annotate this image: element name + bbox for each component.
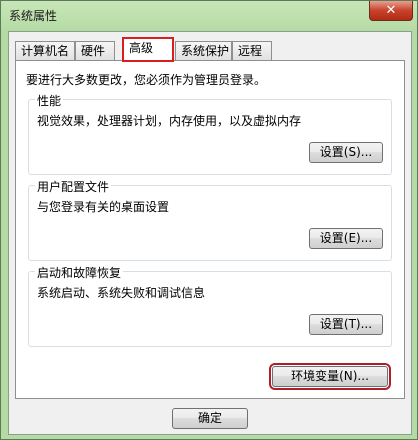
tab-system-protection[interactable]: 系统保护 <box>175 41 232 60</box>
admin-note: 要进行大多数更改，您必须作为管理员登录。 <box>26 73 267 87</box>
performance-settings-button[interactable]: 设置(S)... <box>309 142 383 163</box>
startup-recovery-settings-button[interactable]: 设置(T)... <box>309 314 383 335</box>
system-properties-window: 系统属性 ✕ 计算机名 硬件 高级 系统保护 远程 要进行大多数更改，您必须作为… <box>0 0 418 440</box>
close-icon: ✕ <box>385 3 397 18</box>
ok-button[interactable]: 确定 <box>172 408 248 429</box>
close-button[interactable]: ✕ <box>369 1 413 21</box>
advanced-tab-panel: 要进行大多数更改，您必须作为管理员登录。 性能 视觉效果，处理器计划，内存使用，… <box>15 60 405 399</box>
tab-remote[interactable]: 远程 <box>232 41 272 60</box>
startup-recovery-title: 启动和故障恢复 <box>35 264 124 281</box>
user-profiles-title: 用户配置文件 <box>35 178 112 195</box>
user-profiles-description: 与您登录有关的桌面设置 <box>37 200 170 214</box>
startup-recovery-group: 启动和故障恢复 系统启动、系统失败和调试信息 设置(T)... <box>28 264 392 347</box>
tab-computer-name[interactable]: 计算机名 <box>15 41 75 60</box>
tab-label: 系统保护 <box>181 44 230 58</box>
performance-description: 视觉效果，处理器计划，内存使用，以及虚拟内存 <box>37 114 302 128</box>
title-bar[interactable]: 系统属性 ✕ <box>1 1 418 29</box>
dialog-client-area: 计算机名 硬件 高级 系统保护 远程 要进行大多数更改，您必须作为管理员登录。 … <box>8 31 412 435</box>
user-profiles-settings-button[interactable]: 设置(E)... <box>309 228 383 249</box>
tab-label: 远程 <box>238 44 263 58</box>
startup-recovery-description: 系统启动、系统失败和调试信息 <box>37 286 206 300</box>
tab-label: 硬件 <box>81 44 106 58</box>
performance-title: 性能 <box>35 92 64 109</box>
environment-variables-button[interactable]: 环境变量(N)... <box>269 363 391 390</box>
tab-label: 高级 <box>129 41 154 55</box>
tab-hardware[interactable]: 硬件 <box>75 41 115 60</box>
tab-label: 计算机名 <box>21 44 70 58</box>
user-profiles-group: 用户配置文件 与您登录有关的桌面设置 设置(E)... <box>28 178 392 261</box>
tab-advanced[interactable]: 高级 <box>122 37 174 62</box>
window-title: 系统属性 <box>9 9 58 23</box>
performance-group: 性能 视觉效果，处理器计划，内存使用，以及虚拟内存 设置(S)... <box>28 92 392 175</box>
